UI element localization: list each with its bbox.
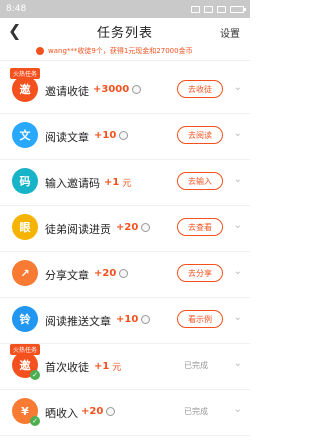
task-list: 邀火热任务 邀请收徒 +3000 去收徒 ⌄ 文阅读文章 +10 去阅读 ⌄ 码输入邀请码 +1 元去…	[0, 68, 250, 436]
check-icon: ✓	[30, 416, 40, 426]
wifi-icon	[204, 5, 213, 13]
ticker-icon	[36, 47, 44, 55]
reward-value: +1	[104, 177, 120, 188]
share-icon: ↗	[12, 260, 38, 286]
task-label: 分享文章	[45, 269, 89, 282]
ticker-text: wang***收徒9个，获得1元现金和27000金币	[48, 47, 193, 55]
task-row[interactable]: ↗ 分享文章 +20 去分享 ⌄	[0, 252, 250, 298]
reward-value: +1	[94, 361, 110, 372]
status-icons	[191, 5, 246, 13]
task-icon-wrap: 铃	[12, 306, 38, 332]
reward-unit: 元	[112, 363, 122, 373]
alarm-icon	[191, 5, 200, 13]
task-icon-wrap: 眼	[12, 214, 38, 240]
task-icon-wrap: 邀火热任务 ✓	[10, 344, 41, 380]
chevron-down-icon[interactable]: ⌄	[234, 82, 242, 93]
chevron-down-icon[interactable]: ⌄	[234, 266, 242, 277]
task-reward: +10	[116, 314, 151, 325]
task-row[interactable]: 文阅读文章 +10 去阅读 ⌄	[0, 114, 250, 160]
back-icon[interactable]: ❮	[8, 22, 21, 40]
article-icon: 文	[12, 122, 38, 148]
task-row[interactable]: 码输入邀请码 +1 元 去输入 ⌄	[0, 160, 250, 206]
task-action-button[interactable]: 去阅读	[177, 126, 223, 144]
task-label: 晒收入	[45, 407, 78, 420]
signal-icon	[217, 5, 226, 13]
task-row[interactable]: 眼徒弟阅读进贡 +20 去查看 ⌄	[0, 206, 250, 252]
task-label: 徒弟阅读进贡	[45, 223, 111, 236]
coin-icon	[119, 131, 129, 140]
task-action-button[interactable]: 去分享	[177, 264, 223, 282]
task-reward: +3000	[93, 84, 142, 95]
task-reward: +20	[81, 406, 116, 417]
status-time: 8:48	[6, 4, 27, 14]
reward-value: +10	[94, 130, 117, 141]
task-label: 输入邀请码	[45, 177, 100, 190]
coin-icon	[141, 223, 151, 232]
task-reward: +20	[94, 268, 129, 279]
task-label: 阅读推送文章	[45, 315, 111, 328]
task-label: 邀请收徒	[45, 85, 89, 98]
task-action-button[interactable]: 看示例	[177, 310, 223, 328]
page-title: 任务列表	[96, 25, 153, 41]
task-row[interactable]: 邀火热任务 邀请收徒 +3000 去收徒 ⌄	[0, 68, 250, 114]
reward-value: +10	[116, 314, 139, 325]
task-done-label: 已完成	[184, 407, 208, 416]
reward-unit: 元	[122, 179, 132, 189]
chevron-down-icon[interactable]: ⌄	[234, 358, 242, 369]
nav-bar: ❮ 任务列表 设置	[0, 18, 250, 44]
chevron-down-icon[interactable]: ⌄	[234, 404, 242, 415]
section-divider	[0, 60, 250, 61]
task-action-button[interactable]: 去查看	[177, 218, 223, 236]
coin-icon	[119, 269, 129, 278]
hot-badge: 火热任务	[10, 68, 41, 79]
announcement-ticker: wang***收徒9个，获得1元现金和27000金币	[0, 44, 250, 58]
coin-icon	[132, 85, 142, 94]
task-icon-wrap: 邀火热任务	[10, 68, 41, 102]
check-icon: ✓	[30, 370, 40, 380]
task-action-button[interactable]: 去输入	[177, 172, 223, 190]
task-label: 首次收徒	[45, 361, 89, 374]
coin-icon	[141, 315, 151, 324]
task-row[interactable]: ¥ ✓ 晒收入 +20 已完成 ⌄	[0, 390, 250, 436]
task-row[interactable]: 铃阅读推送文章 +10 看示例 ⌄	[0, 298, 250, 344]
task-reward: +20	[116, 222, 151, 233]
coin-icon	[106, 407, 116, 416]
reward-value: +20	[94, 268, 117, 279]
bell-icon: 铃	[12, 306, 38, 332]
chevron-down-icon[interactable]: ⌄	[234, 174, 242, 185]
code-icon: 码	[12, 168, 38, 194]
task-done-label: 已完成	[184, 361, 208, 370]
chevron-down-icon[interactable]: ⌄	[234, 128, 242, 139]
reward-value: +20	[116, 222, 139, 233]
reward-value: +3000	[93, 84, 130, 95]
task-reward: +1 元	[94, 360, 121, 373]
task-action-button[interactable]: 去收徒	[177, 80, 223, 98]
status-bar: 8:48	[0, 0, 250, 18]
task-reward: +1 元	[104, 176, 131, 189]
hot-badge: 火热任务	[10, 344, 41, 355]
reward-value: +20	[81, 406, 104, 417]
task-row[interactable]: 邀火热任务 ✓ 首次收徒 +1 元已完成 ⌄	[0, 344, 250, 390]
task-icon-wrap: 文	[12, 122, 38, 148]
invite-icon: 邀	[12, 76, 38, 102]
task-icon-wrap: 码	[12, 168, 38, 194]
task-icon-wrap: ¥ ✓	[12, 398, 40, 426]
chevron-down-icon[interactable]: ⌄	[234, 312, 242, 323]
task-icon-wrap: ↗	[12, 260, 38, 286]
settings-button[interactable]: 设置	[220, 25, 240, 40]
task-reward: +10	[94, 130, 129, 141]
chevron-down-icon[interactable]: ⌄	[234, 220, 242, 231]
task-label: 阅读文章	[45, 131, 89, 144]
eye-icon: 眼	[12, 214, 38, 240]
battery-icon	[230, 5, 246, 13]
